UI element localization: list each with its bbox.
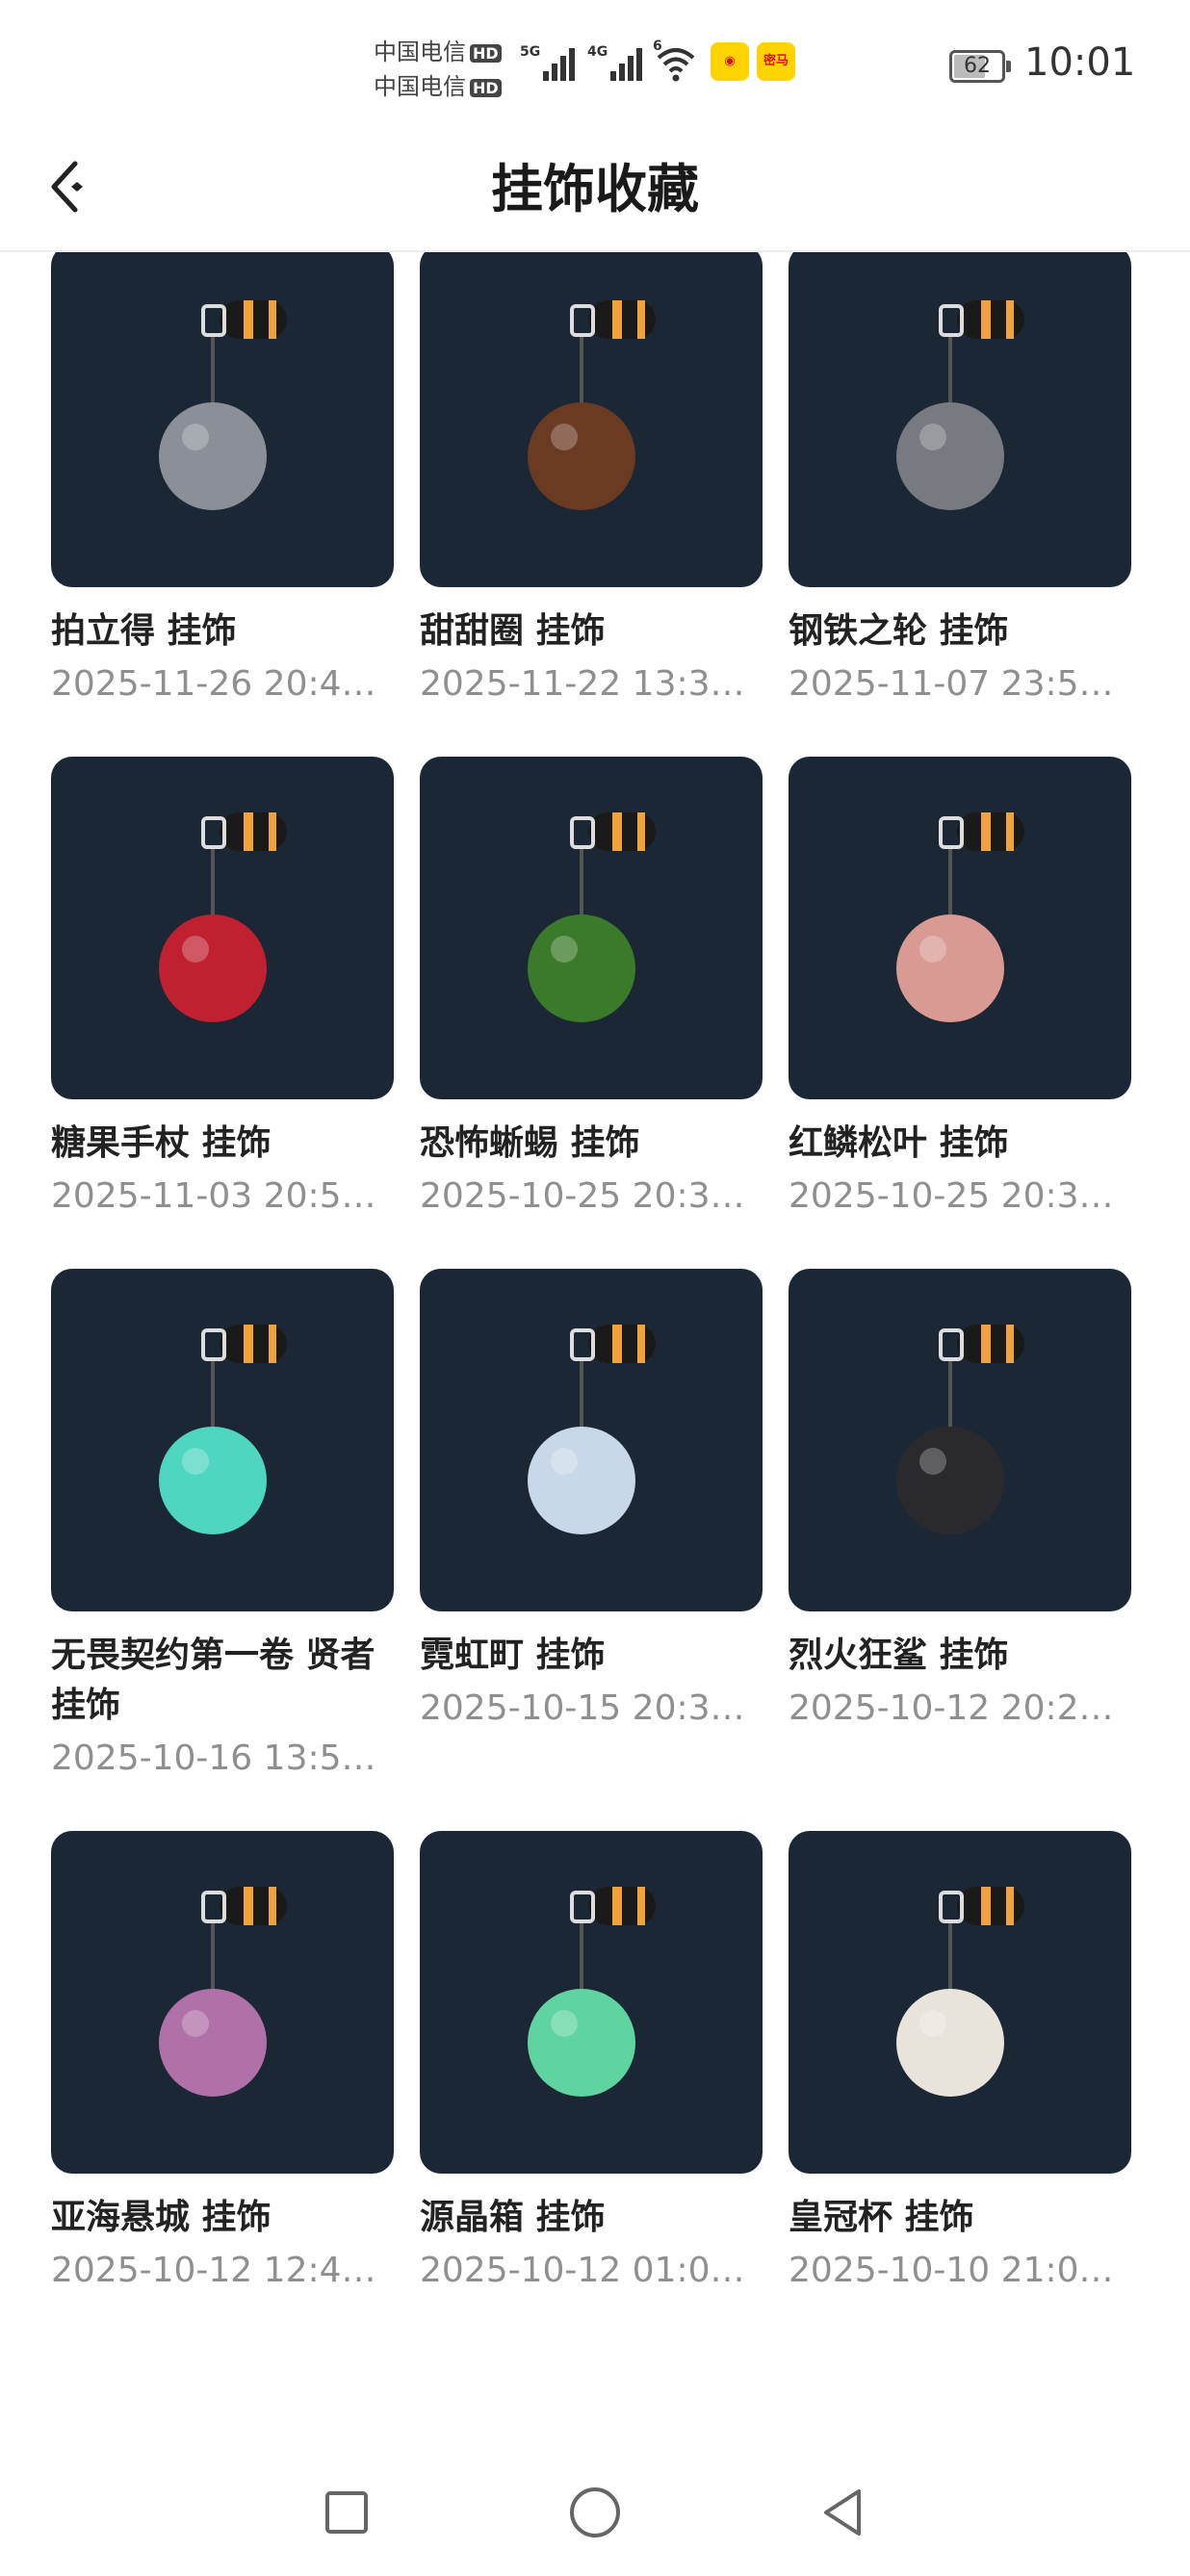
- charm-thumbnail[interactable]: [420, 252, 763, 587]
- network-type-2: 4G: [587, 44, 608, 60]
- charm-name: 烈火狂鲨 挂饰: [789, 1636, 1009, 1675]
- koi-fish-charm-icon: [896, 812, 1024, 1022]
- charm-name: 甜甜圈 挂饰: [420, 611, 606, 651]
- clock: 10:01: [1024, 40, 1136, 85]
- charm-name: 皇冠杯 挂饰: [789, 2198, 974, 2237]
- charm-card[interactable]: 钢铁之轮 挂饰 2025-11-07 23:59...: [789, 252, 1131, 708]
- charm-thumbnail[interactable]: [51, 1269, 394, 1611]
- network-type-1: 5G: [520, 44, 541, 60]
- triangle-back-icon: [824, 2489, 861, 2536]
- signal-2-icon: [610, 46, 649, 81]
- neon-city-charm-icon: [528, 1325, 656, 1534]
- charm-date: 2025-11-03 20:59...: [51, 1176, 394, 1216]
- app-header: 挂饰收藏: [0, 125, 1190, 252]
- candy-cane-charm-icon: [159, 812, 287, 1022]
- charm-thumbnail[interactable]: [420, 1269, 763, 1611]
- donut-charm-icon: [528, 300, 656, 510]
- charm-date: 2025-11-26 20:49...: [51, 664, 394, 704]
- crystal-box-charm-icon: [528, 1887, 656, 2097]
- charm-thumbnail[interactable]: [51, 1831, 394, 2174]
- status-bar: 中国电信 HD 中国电信 HD 5G 4G 6 ◉ 密马 62 10:01: [0, 0, 1190, 125]
- charm-name: 霓虹町 挂饰: [420, 1636, 606, 1675]
- charm-date: 2025-10-25 20:32...: [789, 1176, 1131, 1216]
- charm-date: 2025-10-16 13:55...: [51, 1739, 394, 1778]
- charm-card[interactable]: 糖果手杖 挂饰 2025-11-03 20:59...: [51, 757, 394, 1221]
- charm-date: 2025-10-12 20:22...: [789, 1688, 1131, 1728]
- charm-thumbnail[interactable]: [420, 1831, 763, 2174]
- charm-thumbnail[interactable]: [51, 252, 394, 587]
- square-icon: [325, 2491, 368, 2534]
- notification-app-icon-2: 密马: [757, 42, 795, 81]
- charm-thumbnail[interactable]: [789, 1269, 1131, 1611]
- floating-castle-charm-icon: [159, 1887, 287, 2097]
- charm-name: 无畏契约第一卷 贤者 挂饰: [51, 1636, 375, 1725]
- circle-icon: [570, 2487, 620, 2537]
- camera-charm-icon: [159, 300, 287, 510]
- crown-cup-charm-icon: [896, 1887, 1024, 2097]
- battery-level: 62: [964, 54, 991, 78]
- charm-card[interactable]: 恐怖蜥蜴 挂饰 2025-10-25 20:33...: [420, 757, 763, 1221]
- turntable-charm-icon: [896, 300, 1024, 510]
- charm-thumbnail[interactable]: [789, 252, 1131, 587]
- carrier-1: 中国电信 HD: [374, 33, 502, 66]
- signal-1-icon: [543, 46, 582, 81]
- charm-grid: 拍立得 挂饰 2025-11-26 20:49... 甜甜圈 挂饰 2025-11-2…: [51, 252, 1139, 2295]
- battery-icon: 62: [949, 50, 1011, 83]
- charm-name: 恐怖蜥蜴 挂饰: [420, 1123, 640, 1163]
- shark-charm-icon: [896, 1325, 1024, 1534]
- nav-back-button[interactable]: [815, 2484, 872, 2541]
- wifi-icon: 6: [653, 39, 697, 87]
- charm-date: 2025-10-12 12:49...: [51, 2251, 394, 2290]
- charm-thumbnail[interactable]: [51, 757, 394, 1099]
- charm-card[interactable]: 霓虹町 挂饰 2025-10-15 20:31...: [420, 1269, 763, 1783]
- lizard-charm-icon: [528, 812, 656, 1022]
- charm-card[interactable]: 皇冠杯 挂饰 2025-10-10 21:00...: [789, 1831, 1131, 2295]
- sage-figure-charm-icon: [159, 1325, 287, 1534]
- charm-card[interactable]: 亚海悬城 挂饰 2025-10-12 12:49...: [51, 1831, 394, 2295]
- charm-collection-list[interactable]: 拍立得 挂饰 2025-11-26 20:49... 甜甜圈 挂饰 2025-11-2…: [0, 252, 1190, 2409]
- charm-date: 2025-10-25 20:33...: [420, 1176, 763, 1216]
- charm-name: 红鳞松叶 挂饰: [789, 1123, 1009, 1163]
- charm-name: 亚海悬城 挂饰: [51, 2198, 272, 2237]
- charm-date: 2025-10-10 21:00...: [789, 2251, 1131, 2290]
- charm-date: 2025-10-15 20:31...: [420, 1688, 763, 1728]
- recent-apps-button[interactable]: [318, 2484, 375, 2541]
- home-button[interactable]: [566, 2484, 624, 2541]
- charm-card[interactable]: 甜甜圈 挂饰 2025-11-22 13:34...: [420, 252, 763, 708]
- charm-date: 2025-10-12 01:06...: [420, 2251, 763, 2290]
- charm-card[interactable]: 源晶箱 挂饰 2025-10-12 01:06...: [420, 1831, 763, 2295]
- charm-card[interactable]: 拍立得 挂饰 2025-11-26 20:49...: [51, 252, 394, 708]
- charm-card[interactable]: 红鳞松叶 挂饰 2025-10-25 20:32...: [789, 757, 1131, 1221]
- charm-name: 糖果手杖 挂饰: [51, 1123, 272, 1163]
- page-title: 挂饰收藏: [491, 159, 699, 219]
- charm-card[interactable]: 无畏契约第一卷 贤者 挂饰 2025-10-16 13:55...: [51, 1269, 394, 1783]
- charm-name: 拍立得 挂饰: [51, 611, 237, 651]
- charm-thumbnail[interactable]: [789, 757, 1131, 1099]
- charm-thumbnail[interactable]: [789, 1831, 1131, 2174]
- wifi-badge: 6: [653, 39, 662, 54]
- charm-name: 源晶箱 挂饰: [420, 2198, 606, 2237]
- charm-date: 2025-11-07 23:59...: [789, 664, 1131, 704]
- charm-name: 钢铁之轮 挂饰: [789, 611, 1009, 651]
- carrier-2: 中国电信 HD: [374, 67, 502, 101]
- notification-app-icon-1: ◉: [711, 42, 749, 81]
- system-nav-bar: [0, 2445, 1190, 2576]
- charm-card[interactable]: 烈火狂鲨 挂饰 2025-10-12 20:22...: [789, 1269, 1131, 1783]
- charm-date: 2025-11-22 13:34...: [420, 664, 763, 704]
- charm-thumbnail[interactable]: [420, 757, 763, 1099]
